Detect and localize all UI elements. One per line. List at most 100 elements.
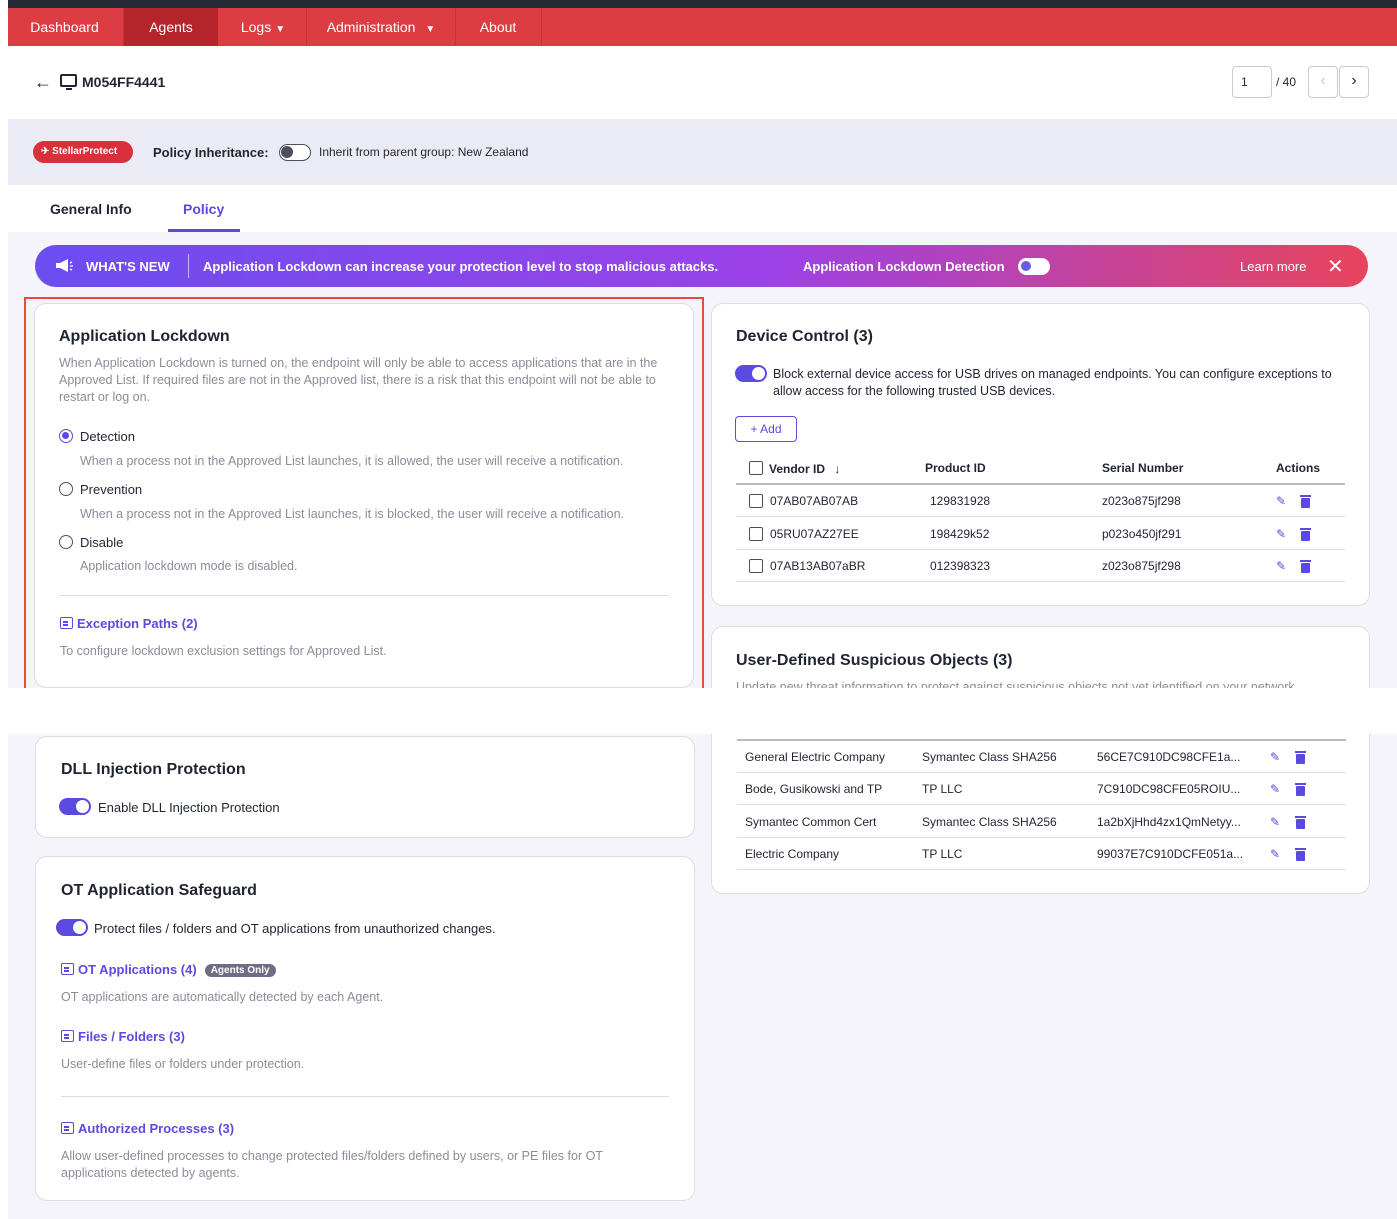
serial-number-cell: z023o875jf298 xyxy=(1102,494,1181,508)
arrow-left-icon[interactable]: ← xyxy=(34,73,52,91)
hash-cell: 56CE7C910DC98CFE1a... xyxy=(1097,750,1241,764)
top-nav: Dashboard Agents Logs ▼ Administration ▼ A… xyxy=(8,0,1397,46)
brand-label: StellarProtect xyxy=(52,146,118,157)
edit-icon[interactable]: ✎ xyxy=(1270,782,1280,796)
files-folders-link[interactable]: Files / Folders (3) xyxy=(61,1029,185,1044)
add-device-button[interactable]: + Add xyxy=(735,416,797,442)
row-checkbox[interactable] xyxy=(749,559,763,573)
divider xyxy=(61,1096,669,1097)
nav-divider xyxy=(541,8,542,46)
radio-prevention[interactable] xyxy=(59,482,73,496)
delete-icon[interactable] xyxy=(1295,816,1306,829)
dll-injection-toggle[interactable] xyxy=(59,798,91,815)
banner-divider xyxy=(188,254,189,278)
nav-agents[interactable]: Agents xyxy=(124,8,218,46)
option-prevention-desc: When a process not in the Approved List … xyxy=(80,507,625,521)
exception-paths-desc: To configure lockdown exclusion settings… xyxy=(60,644,387,658)
list-icon xyxy=(61,1122,74,1134)
row-divider xyxy=(736,516,1345,517)
column-vendor-id-label: Vendor ID xyxy=(769,462,826,476)
nav-logs-label: Logs xyxy=(240,19,272,35)
edit-icon[interactable]: ✎ xyxy=(1270,815,1280,829)
option-detection-desc: When a process not in the Approved List … xyxy=(80,454,624,468)
tab-bar: General Info Policy xyxy=(8,185,1397,232)
radio-detection[interactable] xyxy=(59,429,73,443)
ot-protect-toggle[interactable] xyxy=(56,919,88,936)
authorized-processes-label: Authorized Processes (3) xyxy=(78,1121,235,1136)
column-serial-number: Serial Number xyxy=(1102,461,1184,475)
close-icon[interactable]: ✕ xyxy=(1327,254,1344,279)
authorized-processes-desc: Allow user-defined processes to change p… xyxy=(61,1149,603,1180)
name-cell: Bode, Gusikowski and TP xyxy=(745,782,883,796)
chevron-down-icon: ▼ xyxy=(275,24,286,35)
issuer-cell: Symantec Class SHA256 xyxy=(922,815,1057,829)
agents-only-badge: Agents Only xyxy=(204,964,276,977)
nav-logs[interactable]: Logs ▼ xyxy=(221,8,305,46)
policy-inheritance-toggle[interactable] xyxy=(279,144,311,161)
row-divider xyxy=(737,869,1346,870)
lockdown-description: When Application Lockdown is turned on, … xyxy=(59,356,658,404)
next-page-button[interactable]: › xyxy=(1339,66,1369,98)
dll-injection-card xyxy=(35,736,695,838)
lockdown-title: Application Lockdown xyxy=(59,328,230,345)
name-cell: General Electric Company xyxy=(745,750,886,764)
policy-inheritance-bar: ✈ StellarProtect Policy Inheritance: Inh… xyxy=(8,119,1397,185)
row-divider xyxy=(737,837,1346,838)
lockdown-detection-toggle[interactable] xyxy=(1018,258,1050,275)
page-number-input[interactable]: 1 xyxy=(1232,66,1272,98)
serial-number-cell: p023o450jf291 xyxy=(1102,527,1182,541)
select-all-checkbox[interactable] xyxy=(749,461,763,475)
divider xyxy=(59,595,669,596)
tab-policy[interactable]: Policy xyxy=(183,201,224,217)
whats-new-tag: WHAT'S NEW xyxy=(86,259,170,274)
column-vendor-id[interactable]: Vendor ID ↓ xyxy=(769,462,840,476)
edit-icon[interactable]: ✎ xyxy=(1270,750,1280,764)
edit-icon[interactable]: ✎ xyxy=(1270,847,1280,861)
serial-number-cell: z023o875jf298 xyxy=(1102,559,1181,573)
column-product-id: Product ID xyxy=(925,461,986,475)
chevron-down-icon: ▼ xyxy=(425,24,436,35)
ot-applications-link[interactable]: OT Applications (4) Agents Only xyxy=(61,962,276,977)
edit-icon[interactable]: ✎ xyxy=(1276,527,1286,541)
name-cell: Symantec Common Cert xyxy=(745,815,877,829)
arrow-down-icon: ↓ xyxy=(834,462,841,476)
whats-new-banner: WHAT'S NEW Application Lockdown can incr… xyxy=(35,245,1368,287)
delete-icon[interactable] xyxy=(1295,848,1306,861)
nav-agents-label: Agents xyxy=(149,19,193,35)
row-divider xyxy=(737,804,1346,805)
row-checkbox[interactable] xyxy=(749,494,763,508)
radio-disable[interactable] xyxy=(59,535,73,549)
learn-more-link[interactable]: Learn more xyxy=(1240,259,1306,274)
row-checkbox[interactable] xyxy=(749,527,763,541)
option-disable-label: Disable xyxy=(80,535,124,550)
page-title: M054FF4441 xyxy=(82,74,166,90)
row-divider xyxy=(736,549,1345,550)
authorized-processes-link[interactable]: Authorized Processes (3) xyxy=(61,1121,234,1136)
policy-inheritance-label: Policy Inheritance: xyxy=(153,145,269,160)
nav-administration[interactable]: Administration ▼ xyxy=(307,8,455,46)
inherit-text: Inherit from parent group: New Zealand xyxy=(319,145,529,159)
edit-icon[interactable]: ✎ xyxy=(1276,494,1286,508)
edit-icon[interactable]: ✎ xyxy=(1276,559,1286,573)
prev-page-button[interactable]: ‹ xyxy=(1308,66,1338,98)
delete-icon[interactable] xyxy=(1295,783,1306,796)
column-actions: Actions xyxy=(1276,461,1321,475)
active-tab-indicator xyxy=(168,229,240,232)
delete-icon[interactable] xyxy=(1300,495,1311,508)
delete-icon[interactable] xyxy=(1295,751,1306,764)
nav-administration-label: Administration xyxy=(326,19,416,35)
tab-general-info[interactable]: General Info xyxy=(50,201,132,217)
chevron-left-icon: ‹ xyxy=(1320,72,1326,89)
vendor-id-cell: 07AB13AB07aBR xyxy=(770,559,866,573)
exception-paths-link[interactable]: Exception Paths (2) xyxy=(60,616,198,631)
issuer-cell: TP LLC xyxy=(922,847,963,861)
ot-applications-desc: OT applications are automatically detect… xyxy=(61,990,384,1004)
nav-dashboard[interactable]: Dashboard xyxy=(22,8,107,46)
delete-icon[interactable] xyxy=(1300,560,1311,573)
product-id-cell: 012398323 xyxy=(930,559,991,573)
delete-icon[interactable] xyxy=(1300,528,1311,541)
ot-safeguard-title: OT Application Safeguard xyxy=(61,882,257,899)
nav-about[interactable]: About xyxy=(456,8,540,46)
dll-injection-title: DLL Injection Protection xyxy=(61,761,246,778)
usb-block-toggle[interactable] xyxy=(735,365,767,382)
